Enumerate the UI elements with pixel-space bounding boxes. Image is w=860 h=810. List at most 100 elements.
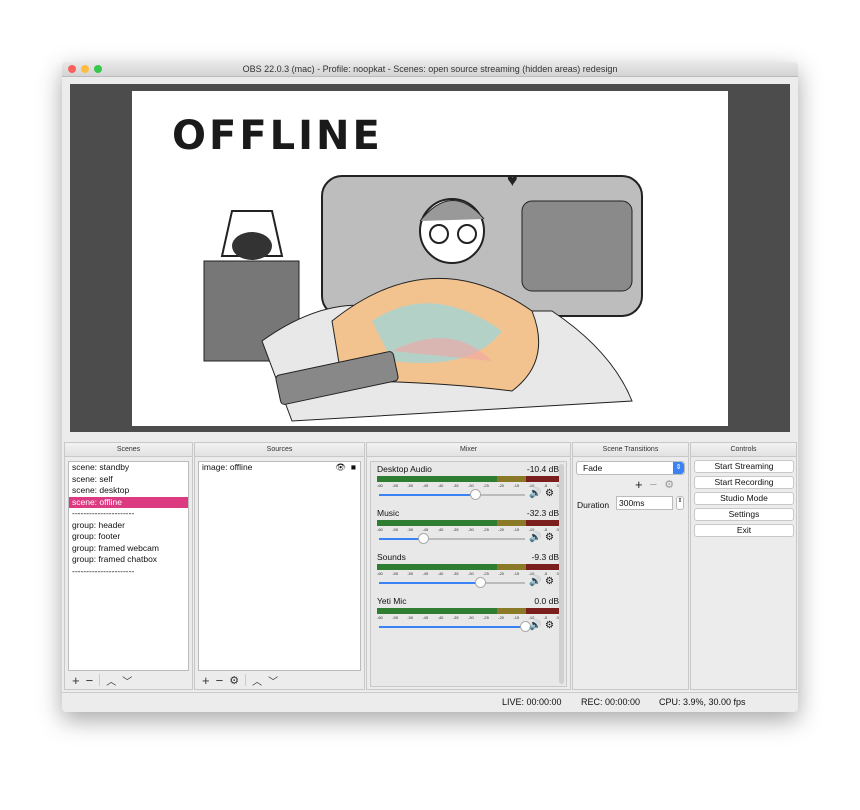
- scenes-list[interactable]: scene: standby scene: self scene: deskto…: [68, 461, 189, 671]
- speaker-icon[interactable]: 🔊: [529, 576, 541, 587]
- live-time: LIVE: 00:00:00: [502, 697, 562, 707]
- exit-button[interactable]: Exit: [694, 524, 794, 537]
- gear-icon[interactable]: ⚙: [545, 532, 554, 543]
- remove-source-icon[interactable]: −: [216, 673, 224, 688]
- sources-list[interactable]: image: offline 👁 ■: [198, 461, 361, 671]
- meter-tick-label: -45: [422, 571, 429, 576]
- move-down-icon[interactable]: ﹀: [268, 673, 278, 688]
- volume-knob[interactable]: [470, 489, 482, 500]
- meter-tick-label: -25: [483, 571, 489, 576]
- scene-item[interactable]: ----------------------: [69, 566, 188, 578]
- scene-item[interactable]: group: framed chatbox: [69, 554, 188, 566]
- meter-tick-label: 0: [556, 571, 559, 576]
- move-up-icon[interactable]: ︿: [252, 673, 262, 688]
- cpu-fps: CPU: 3.9%, 30.00 fps: [659, 697, 746, 707]
- status-bar: LIVE: 00:00:00 REC: 00:00:00 CPU: 3.9%, …: [62, 692, 798, 710]
- volume-knob[interactable]: [474, 577, 486, 588]
- start-recording-button[interactable]: Start Recording: [694, 476, 794, 489]
- chevron-updown-icon: ⇕: [673, 462, 684, 474]
- minimize-button[interactable]: [81, 65, 89, 73]
- volume-slider[interactable]: [379, 533, 525, 544]
- settings-button[interactable]: Settings: [694, 508, 794, 521]
- add-source-icon[interactable]: +: [202, 673, 210, 688]
- divider: [245, 674, 247, 686]
- sources-toolbar: + − ⚙ ︿ ﹀: [198, 672, 361, 688]
- scene-item[interactable]: scene: standby: [69, 462, 188, 474]
- mixer-channel: Yeti Mic 0.0 dB -60 -55 -50 -45 -40 -35 -30 -25…: [375, 596, 559, 640]
- sources-title: Sources: [195, 443, 364, 457]
- transition-toolbar: + − ⚙: [635, 477, 674, 493]
- gear-icon[interactable]: ⚙: [229, 674, 239, 687]
- scene-item[interactable]: group: header: [69, 520, 188, 532]
- gear-icon[interactable]: ⚙: [545, 620, 554, 631]
- meter-tick-label: -55: [392, 527, 398, 532]
- start-streaming-button[interactable]: Start Streaming: [694, 460, 794, 473]
- speaker-icon[interactable]: 🔊: [529, 620, 541, 631]
- scene-item[interactable]: group: footer: [69, 531, 188, 543]
- volume-fill: [379, 538, 423, 540]
- meter-tick-label: -35: [452, 483, 459, 488]
- gear-icon[interactable]: ⚙: [545, 488, 554, 499]
- volume-fill: [379, 582, 480, 584]
- duration-input[interactable]: 300ms: [616, 496, 673, 510]
- move-down-icon[interactable]: ﹀: [122, 673, 132, 688]
- gear-icon[interactable]: ⚙: [545, 576, 554, 587]
- meter-tick-label: -45: [422, 527, 429, 532]
- channel-db: 0.0 dB: [534, 596, 559, 606]
- duration-stepper[interactable]: ⇕: [676, 496, 684, 510]
- offline-illustration: ♥: [203, 170, 643, 422]
- meter-tick-label: -15: [513, 527, 520, 532]
- add-scene-icon[interactable]: +: [72, 673, 80, 688]
- volume-knob[interactable]: [417, 533, 429, 544]
- volume-fill: [379, 494, 476, 496]
- close-button[interactable]: [68, 65, 76, 73]
- volume-slider[interactable]: [379, 621, 531, 632]
- mixer-scrollbar[interactable]: [559, 464, 564, 684]
- volume-slider[interactable]: [379, 489, 525, 500]
- channel-name: Sounds: [377, 552, 406, 562]
- meter-tick-label: -35: [452, 615, 459, 620]
- volume-fill: [379, 626, 525, 628]
- meter-tick-label: -40: [437, 483, 444, 488]
- channel-name: Desktop Audio: [377, 464, 432, 474]
- eye-icon[interactable]: 👁: [335, 462, 346, 474]
- volume-slider[interactable]: [379, 577, 525, 588]
- meter-tick-label: -30: [467, 615, 474, 620]
- meter-tick-label: -30: [467, 483, 474, 488]
- meter-tick-label: -25: [483, 615, 489, 620]
- channel-db: -10.4 dB: [526, 464, 559, 474]
- transition-select[interactable]: Fade ⇕: [576, 461, 685, 475]
- add-transition-icon[interactable]: +: [635, 477, 643, 493]
- speaker-icon[interactable]: 🔊: [529, 532, 541, 543]
- speaker-icon[interactable]: 🔊: [529, 488, 541, 499]
- mixer-channel: Music -32.3 dB -60 -55 -50 -45 -40 -35 -30 -25 -…: [375, 508, 559, 552]
- channel-db: -9.3 dB: [531, 552, 559, 562]
- scenes-title: Scenes: [65, 443, 192, 457]
- scenes-dock: Scenes scene: standby scene: self scene:…: [64, 442, 193, 690]
- studio-mode-button[interactable]: Studio Mode: [694, 492, 794, 505]
- meter-tick-label: -45: [422, 483, 429, 488]
- meter-tick-label: -55: [392, 615, 398, 620]
- transition-value: Fade: [583, 463, 603, 473]
- volume-meter: [377, 564, 559, 570]
- meter-tick-label: -50: [407, 527, 414, 532]
- duration-value: 300ms: [619, 498, 645, 508]
- remove-transition-icon[interactable]: −: [650, 477, 658, 493]
- scene-item-selected[interactable]: scene: offline: [69, 496, 188, 508]
- meter-tick-label: -55: [392, 483, 398, 488]
- scene-item[interactable]: scene: desktop: [69, 485, 188, 497]
- zoom-button[interactable]: [94, 65, 102, 73]
- gear-icon[interactable]: ⚙: [664, 477, 674, 493]
- scene-item[interactable]: group: framed webcam: [69, 543, 188, 555]
- scenes-toolbar: + − ︿ ﹀: [68, 672, 189, 688]
- remove-scene-icon[interactable]: −: [86, 673, 94, 688]
- meter-tick-label: -20: [498, 527, 505, 532]
- controls-dock: Controls Start Streaming Start Recording…: [690, 442, 797, 690]
- svg-text:♥: ♥: [507, 170, 518, 190]
- source-item[interactable]: image: offline 👁 ■: [199, 462, 360, 474]
- lock-icon[interactable]: ■: [351, 462, 356, 474]
- move-up-icon[interactable]: ︿: [106, 673, 116, 688]
- scene-item[interactable]: scene: self: [69, 474, 188, 486]
- preview-area[interactable]: OFFLINE ♥: [70, 84, 790, 432]
- scene-item[interactable]: ----------------------: [69, 508, 188, 520]
